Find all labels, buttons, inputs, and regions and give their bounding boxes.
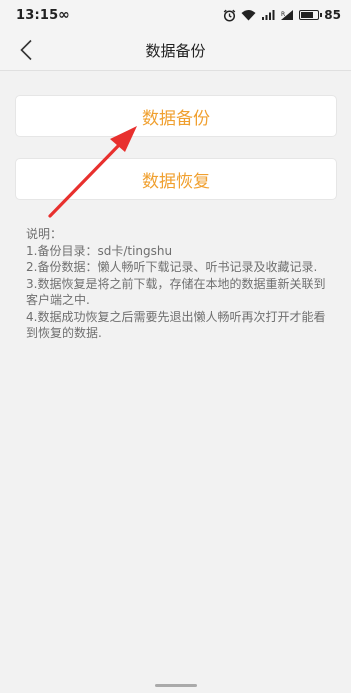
- home-indicator: [155, 684, 197, 687]
- status-bar: 13:15 ∞ R 85: [0, 0, 351, 30]
- wifi-icon: [241, 8, 256, 22]
- sim-signal-icon: R: [280, 8, 294, 22]
- status-time: 13:15: [16, 8, 59, 23]
- description: 说明： 1.备份目录：sd卡/tingshu 2.备份数据：懒人畅听下载记录、听…: [26, 226, 326, 342]
- alarm-icon: [223, 8, 236, 22]
- signal-icon: [261, 8, 275, 22]
- status-icons: R 85: [223, 8, 341, 22]
- restore-button[interactable]: 数据恢复: [15, 158, 337, 200]
- title-bar: 数据备份: [0, 30, 351, 71]
- svg-text:R: R: [281, 11, 285, 18]
- backup-button[interactable]: 数据备份: [15, 95, 337, 137]
- battery-level: 85: [324, 8, 341, 22]
- description-line: 2.备份数据：懒人畅听下载记录、听书记录及收藏记录.: [26, 260, 318, 274]
- restore-button-label: 数据恢复: [142, 171, 210, 192]
- description-line: 1.备份目录：sd卡/tingshu: [26, 243, 173, 258]
- battery-icon: [299, 8, 323, 22]
- infinity-icon: ∞: [58, 7, 70, 23]
- page-title: 数据备份: [145, 42, 206, 60]
- backup-button-label: 数据备份: [142, 108, 210, 129]
- description-line: 3.数据恢复是将之前下载，存储在本地的数据重新关联到客户端之中.: [26, 276, 326, 308]
- description-heading: 说明：: [26, 227, 63, 241]
- description-line: 4.数据成功恢复之后需要先退出懒人畅听再次打开才能看到恢复的数据.: [26, 309, 326, 341]
